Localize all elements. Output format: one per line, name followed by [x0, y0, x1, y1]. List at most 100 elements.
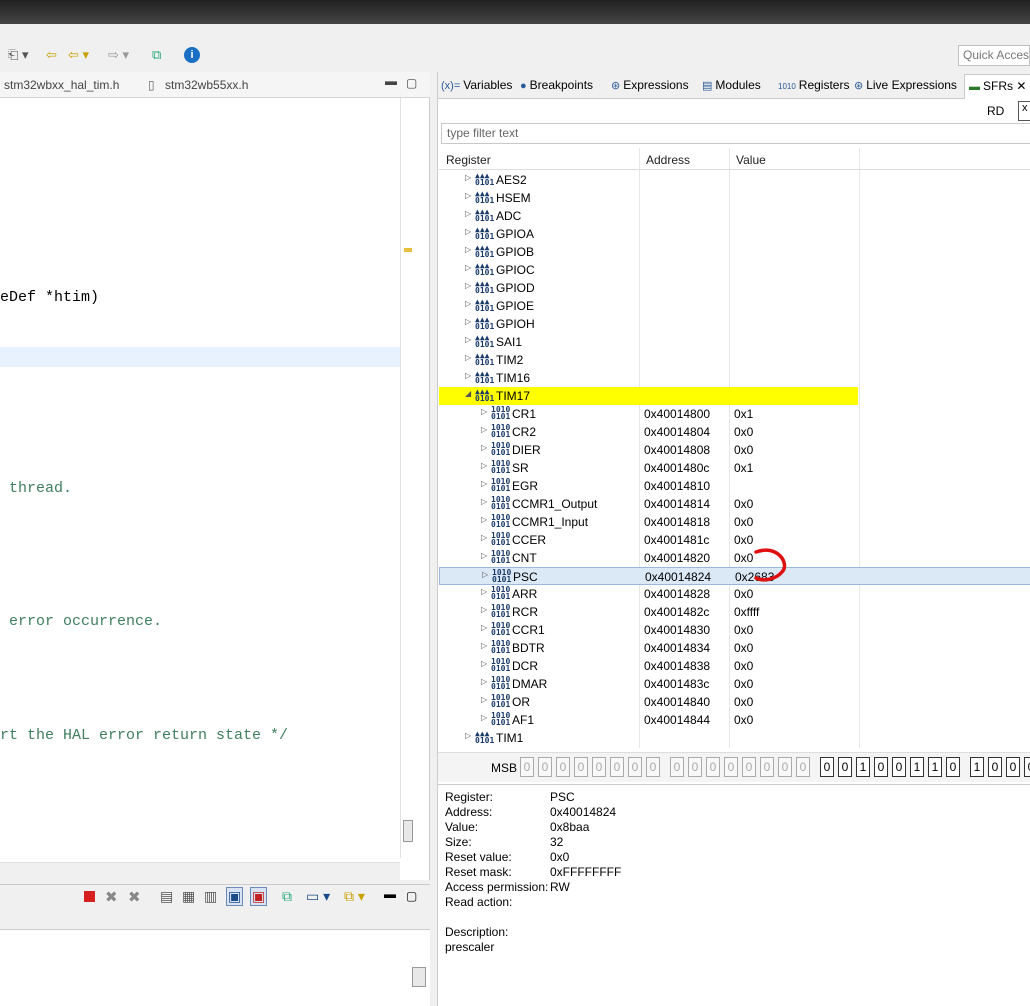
tab-variables[interactable]: (x)= Variables: [441, 78, 512, 92]
expand-arrow-icon[interactable]: ▷: [482, 570, 488, 579]
overview-ruler[interactable]: [400, 98, 416, 858]
pin-console-icon[interactable]: ⧉: [282, 888, 292, 905]
open-console-icon[interactable]: ⧉ ▾: [344, 888, 365, 905]
column-address[interactable]: Address: [646, 153, 690, 167]
bit-button[interactable]: 0: [520, 757, 534, 777]
peripheral-row[interactable]: ▷ ▲▲▲ 0101 SAI1: [439, 333, 1030, 351]
peripheral-row[interactable]: ▷ ▲▲▲ 0101 GPIOH: [439, 315, 1030, 333]
bit-button[interactable]: 0: [874, 757, 888, 777]
peripheral-row[interactable]: ▷ ▲▲▲ 0101 GPIOD: [439, 279, 1030, 297]
expand-arrow-icon[interactable]: ▷: [481, 533, 487, 542]
expand-arrow-icon[interactable]: ▷: [465, 227, 471, 236]
register-row[interactable]: ▷ 1010 0101 CCER 0x4001481c 0x0: [439, 531, 1030, 549]
toolbar-icon[interactable]: ⎗ ▾: [8, 47, 29, 63]
bit-button[interactable]: 0: [1006, 757, 1020, 777]
expand-arrow-icon[interactable]: ▷: [481, 425, 487, 434]
peripheral-row[interactable]: ▷ ▲▲▲ 0101 AES2: [439, 171, 1030, 189]
vertical-scroll-thumb[interactable]: [403, 820, 413, 842]
toggle-icon[interactable]: x: [1018, 101, 1030, 121]
register-row[interactable]: ▷ 1010 0101 AF1 0x40014844 0x0: [439, 711, 1030, 729]
forward-icon[interactable]: ⇨ ▾: [108, 47, 129, 63]
register-value[interactable]: 0x0: [734, 515, 753, 529]
register-row[interactable]: ▷ 1010 0101 SR 0x4001480c 0x1: [439, 459, 1030, 477]
bit-button[interactable]: 0: [574, 757, 588, 777]
quick-access-input[interactable]: Quick Access: [958, 45, 1030, 66]
show-on-output-icon[interactable]: ▣: [226, 887, 244, 906]
tab-expressions[interactable]: ⊛ Expressions: [611, 78, 689, 92]
peripheral-row[interactable]: ▷ ▲▲▲ 0101 GPIOA: [439, 225, 1030, 243]
peripheral-row[interactable]: ▷ ▲▲▲ 0101 GPIOE: [439, 297, 1030, 315]
rd-button[interactable]: RD: [987, 104, 1004, 118]
tab-registers[interactable]: 1010 Registers: [778, 78, 849, 92]
expand-arrow-icon[interactable]: ▷: [465, 263, 471, 272]
register-value[interactable]: 0x0: [734, 497, 753, 511]
register-row[interactable]: ▷ 1010 0101 OR 0x40014840 0x0: [439, 693, 1030, 711]
expand-arrow-icon[interactable]: ▷: [481, 443, 487, 452]
bit-button[interactable]: 0: [706, 757, 720, 777]
last-edit-icon[interactable]: ⇦: [46, 47, 57, 63]
tab-modules[interactable]: ▤ Modules: [702, 78, 761, 92]
bit-button[interactable]: 0: [670, 757, 684, 777]
register-row[interactable]: ▷ 1010 0101 DIER 0x40014808 0x0: [439, 441, 1030, 459]
maximize-icon[interactable]: ▢: [406, 76, 417, 90]
tab-sfrs[interactable]: ▬ SFRs ✕: [964, 74, 1030, 99]
bit-button[interactable]: 1: [970, 757, 984, 777]
register-row[interactable]: ▷ 1010 0101 DCR 0x40014838 0x0: [439, 657, 1030, 675]
bit-button[interactable]: 0: [988, 757, 1002, 777]
expand-arrow-icon[interactable]: ▷: [465, 317, 471, 326]
bit-button[interactable]: 0: [838, 757, 852, 777]
ruler-marker[interactable]: [404, 248, 412, 252]
bit-button[interactable]: 0: [556, 757, 570, 777]
bit-button[interactable]: 0: [724, 757, 738, 777]
peripheral-row[interactable]: ◢ ▲▲▲ 0101 TIM17: [439, 387, 858, 405]
bit-button[interactable]: 0: [892, 757, 906, 777]
peripheral-row[interactable]: ▷ ▲▲▲ 0101 GPIOC: [439, 261, 1030, 279]
expand-arrow-icon[interactable]: ▷: [465, 371, 471, 380]
bit-button[interactable]: 0: [1024, 757, 1030, 777]
register-row[interactable]: ▷ 1010 0101 CNT 0x40014820 0x0: [439, 549, 1030, 567]
register-row[interactable]: ▷ 1010 0101 CCMR1_Output 0x40014814 0x0: [439, 495, 1030, 513]
bit-button[interactable]: 0: [628, 757, 642, 777]
column-value[interactable]: Value: [736, 153, 766, 167]
expand-arrow-icon[interactable]: ▷: [465, 209, 471, 218]
expand-arrow-icon[interactable]: ▷: [481, 659, 487, 668]
peripheral-row[interactable]: ▷ ▲▲▲ 0101 HSEM: [439, 189, 1030, 207]
tab-stm32wbxx-hal-tim[interactable]: stm32wbxx_hal_tim.h: [4, 78, 119, 92]
expand-arrow-icon[interactable]: ▷: [481, 623, 487, 632]
register-value[interactable]: 0x1: [734, 407, 753, 421]
peripheral-row[interactable]: ▷ ▲▲▲ 0101 GPIOB: [439, 243, 1030, 261]
show-on-error-icon[interactable]: ▣: [250, 887, 268, 906]
bit-button[interactable]: 0: [946, 757, 960, 777]
expand-arrow-icon[interactable]: ▷: [481, 605, 487, 614]
bit-button[interactable]: 1: [856, 757, 870, 777]
register-value[interactable]: 0x0: [734, 677, 753, 691]
code-editor[interactable]: stm32wbxx_hal_tim.h ▯ stm32wb55xx.h ▬ ▢ …: [0, 72, 430, 880]
scroll-lock-icon[interactable]: ▦: [182, 888, 195, 905]
expand-arrow-icon[interactable]: ▷: [481, 497, 487, 506]
bit-button[interactable]: 0: [688, 757, 702, 777]
expanded-arrow-icon[interactable]: ◢: [465, 389, 471, 398]
register-value[interactable]: 0x0: [734, 587, 753, 601]
expand-arrow-icon[interactable]: ▷: [481, 551, 487, 560]
expand-arrow-icon[interactable]: ▷: [481, 461, 487, 470]
bit-button[interactable]: 0: [760, 757, 774, 777]
register-value[interactable]: 0x0: [734, 443, 753, 457]
horizontal-scrollbar[interactable]: [0, 862, 400, 880]
remove-all-icon[interactable]: ✖: [128, 888, 141, 906]
terminate-icon[interactable]: [84, 891, 95, 902]
register-value[interactable]: 0x0: [734, 533, 753, 547]
expand-arrow-icon[interactable]: ▷: [465, 353, 471, 362]
vertical-scroll-thumb[interactable]: [412, 967, 426, 987]
expand-arrow-icon[interactable]: ▷: [481, 407, 487, 416]
register-row[interactable]: ▷ 1010 0101 CR2 0x40014804 0x0: [439, 423, 1030, 441]
expand-arrow-icon[interactable]: ▷: [481, 479, 487, 488]
peripheral-row[interactable]: ▷ ▲▲▲ 0101 TIM2: [439, 351, 1030, 369]
register-row[interactable]: ▷ 1010 0101 CCR1 0x40014830 0x0: [439, 621, 1030, 639]
expand-arrow-icon[interactable]: ▷: [465, 191, 471, 200]
expand-arrow-icon[interactable]: ▷: [465, 245, 471, 254]
register-row[interactable]: ▷ 1010 0101 CR1 0x40014800 0x1: [439, 405, 1030, 423]
expand-arrow-icon[interactable]: ▷: [481, 695, 487, 704]
register-row[interactable]: ▷ 1010 0101 PSC 0x40014824 0x2683: [439, 567, 1030, 585]
tab-live-expressions[interactable]: ⊛ Live Expressions: [854, 78, 957, 92]
register-row[interactable]: ▷ 1010 0101 CCMR1_Input 0x40014818 0x0: [439, 513, 1030, 531]
